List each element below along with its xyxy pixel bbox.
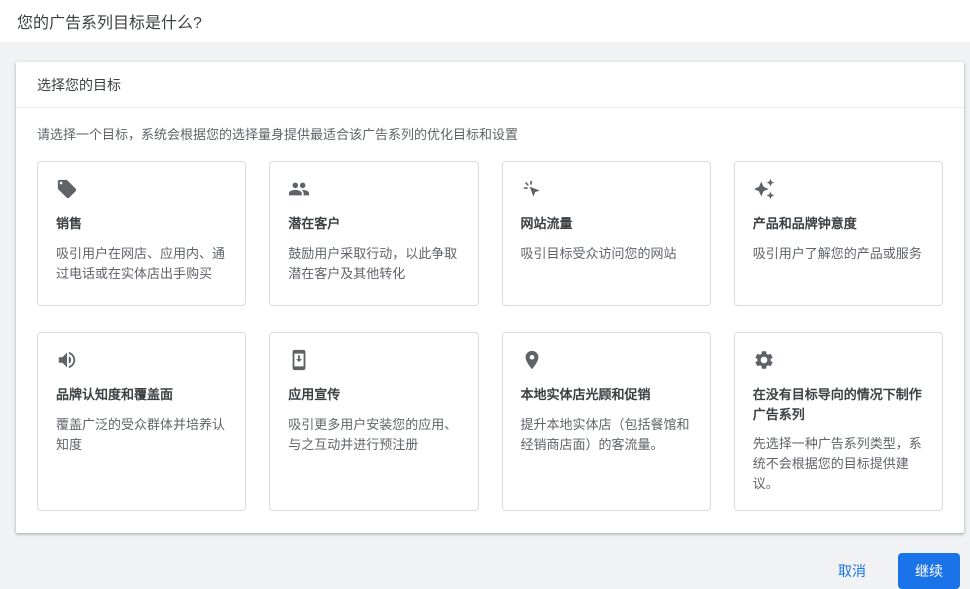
- phone-download-icon: [288, 349, 459, 373]
- goal-description: 先选择一种广告系列类型，系统不会根据您的目标提供建议。: [752, 436, 922, 492]
- panel-title: 选择您的目标: [16, 62, 964, 108]
- speaker-icon: [56, 349, 227, 373]
- footer-actions: 取消 继续: [0, 553, 960, 589]
- goal-title: 在没有目标导向的情况下制作广告系列: [752, 387, 922, 422]
- goal-card-sales[interactable]: 销售 吸引用户在网店、应用内、通过电话或在实体店出手购买: [37, 161, 247, 306]
- goal-title: 潜在客户: [288, 216, 341, 231]
- page-title: 您的广告系列目标是什么?: [17, 15, 202, 32]
- goal-description: 提升本地实体店（包括餐馆和经销商店面）的客流量。: [520, 416, 690, 452]
- location-pin-icon: [521, 349, 692, 373]
- page-header: 您的广告系列目标是什么?: [0, 0, 970, 42]
- tag-icon: [56, 178, 227, 202]
- goal-card-brand-awareness-reach[interactable]: 品牌认知度和覆盖面 覆盖广泛的受众群体并培养认知度: [37, 332, 247, 512]
- cursor-click-icon: [521, 178, 692, 202]
- goal-description: 鼓励用户采取行动，以此争取潜在客户及其他转化: [288, 245, 458, 281]
- goal-title: 产品和品牌钟意度: [752, 216, 857, 231]
- panel-subtitle: 请选择一个目标，系统会根据您的选择量身提供最适合该广告系列的优化目标和设置: [37, 127, 519, 142]
- continue-button[interactable]: 继续: [898, 553, 960, 589]
- panel-body: 请选择一个目标，系统会根据您的选择量身提供最适合该广告系列的优化目标和设置 销售…: [16, 108, 964, 533]
- goal-title: 网站流量: [520, 216, 573, 231]
- goal-description: 吸引目标受众访问您的网站: [520, 245, 677, 261]
- goal-card-app-promotion[interactable]: 应用宣传 吸引更多用户安装您的应用、与之互动并进行预注册: [269, 332, 479, 512]
- people-icon: [288, 178, 459, 202]
- goal-description: 覆盖广泛的受众群体并培养认知度: [56, 416, 226, 452]
- goal-selection-panel: 选择您的目标 请选择一个目标，系统会根据您的选择量身提供最适合该广告系列的优化目…: [16, 62, 964, 534]
- goal-description: 吸引用户在网店、应用内、通过电话或在实体店出手购买: [56, 245, 226, 281]
- goal-title: 品牌认知度和覆盖面: [56, 387, 174, 402]
- gear-icon: [753, 349, 924, 373]
- goal-card-local-store-visits[interactable]: 本地实体店光顾和促销 提升本地实体店（包括餐馆和经销商店面）的客流量。: [501, 332, 711, 512]
- goal-title: 应用宣传: [288, 387, 341, 402]
- goal-title: 销售: [56, 216, 83, 231]
- goal-title: 本地实体店光顾和促销: [520, 387, 651, 402]
- goal-description: 吸引更多用户安装您的应用、与之互动并进行预注册: [288, 416, 458, 452]
- goal-description: 吸引用户了解您的产品或服务: [752, 245, 922, 261]
- goals-grid: 销售 吸引用户在网店、应用内、通过电话或在实体店出手购买 潜在客户 鼓励用户采取…: [37, 161, 943, 512]
- goal-card-product-brand-consideration[interactable]: 产品和品牌钟意度 吸引用户了解您的产品或服务: [733, 161, 943, 306]
- goal-card-leads[interactable]: 潜在客户 鼓励用户采取行动，以此争取潜在客户及其他转化: [269, 161, 479, 306]
- cancel-button[interactable]: 取消: [832, 553, 872, 589]
- goal-card-no-goal[interactable]: 在没有目标导向的情况下制作广告系列 先选择一种广告系列类型，系统不会根据您的目标…: [733, 332, 943, 512]
- sparkles-icon: [753, 178, 924, 202]
- goal-card-website-traffic[interactable]: 网站流量 吸引目标受众访问您的网站: [501, 161, 711, 306]
